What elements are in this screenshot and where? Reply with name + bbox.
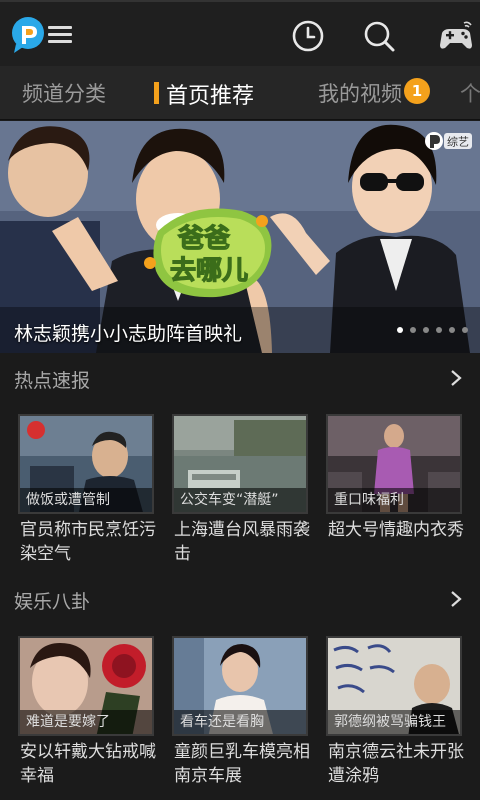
video-thumbnail: 做饭或遭管制 (18, 414, 154, 514)
thumbnail-caption: 重口味福利 (328, 488, 460, 512)
video-title: 童颜巨乳车模亮相南京车展 (174, 742, 310, 786)
thumbnail-caption: 公交车变“潜艇” (174, 488, 306, 512)
pptv-logo-icon[interactable] (10, 16, 46, 54)
history-clock-icon[interactable] (291, 19, 325, 53)
variety-tag: 综艺 (425, 132, 472, 150)
carousel-dot (410, 327, 416, 333)
section-header-entertainment[interactable]: 娱乐八卦 (0, 575, 480, 623)
carousel-dot (462, 327, 468, 333)
video-thumbnail: 难道是要嫁了 (18, 636, 154, 736)
thumbnail-caption: 看车还是看胸 (174, 710, 306, 734)
svg-text:去哪儿: 去哪儿 (170, 256, 248, 286)
svg-text:爸爸: 爸爸 (177, 224, 230, 254)
notification-badge: 1 (404, 78, 430, 104)
video-title: 官员称市民烹饪污染空气 (20, 520, 156, 564)
featured-banner[interactable]: 爸爸 去哪儿 综艺 林志颖携小小志助阵首映礼 (0, 121, 480, 353)
thumbnail-caption: 郭德纲被骂骗钱王 (328, 710, 460, 734)
video-thumbnail: 公交车变“潜艇” (172, 414, 308, 514)
active-tab-marker (154, 82, 159, 104)
carousel-dot (449, 327, 455, 333)
carousel-dot (397, 327, 403, 333)
tab-partial[interactable]: 个 (460, 78, 480, 108)
tab-home-recommend[interactable]: 首页推荐 (166, 78, 254, 110)
channel-tabs: 频道分类 首页推荐 我的视频 1 个 (0, 66, 480, 120)
tab-my-videos[interactable]: 我的视频 (318, 78, 402, 108)
variety-tag-text: 综艺 (447, 135, 469, 149)
section-title: 热点速报 (14, 370, 91, 392)
carousel-dot (436, 327, 442, 333)
menu-icon[interactable] (48, 26, 72, 44)
video-title: 安以轩戴大钻戒喊幸福 (20, 742, 156, 786)
section-title: 娱乐八卦 (14, 591, 91, 613)
tab-channel-categories[interactable]: 频道分类 (22, 78, 106, 108)
video-thumbnail: 重口味福利 (326, 414, 462, 514)
carousel-dot (423, 327, 429, 333)
video-title: 南京德云社未开张遭涂鸦 (328, 742, 464, 786)
carousel-indicator (390, 327, 468, 333)
top-bar (0, 0, 480, 66)
thumbnail-caption: 难道是要嫁了 (20, 710, 152, 734)
chevron-right-icon[interactable] (450, 591, 462, 607)
video-thumbnail: 看车还是看胸 (172, 636, 308, 736)
video-title: 超大号情趣内衣秀 (328, 520, 464, 540)
video-thumbnail: 郭德纲被骂骗钱王 (326, 636, 462, 736)
chevron-right-icon[interactable] (450, 370, 462, 386)
gamepad-icon[interactable] (438, 19, 474, 53)
banner-caption: 林志颖携小小志助阵首映礼 (14, 323, 243, 345)
search-icon[interactable] (362, 19, 396, 53)
video-title: 上海遭台风暴雨袭击 (174, 520, 310, 564)
section-header-hot-news[interactable]: 热点速报 (0, 354, 480, 402)
thumbnail-caption: 做饭或遭管制 (20, 488, 152, 512)
